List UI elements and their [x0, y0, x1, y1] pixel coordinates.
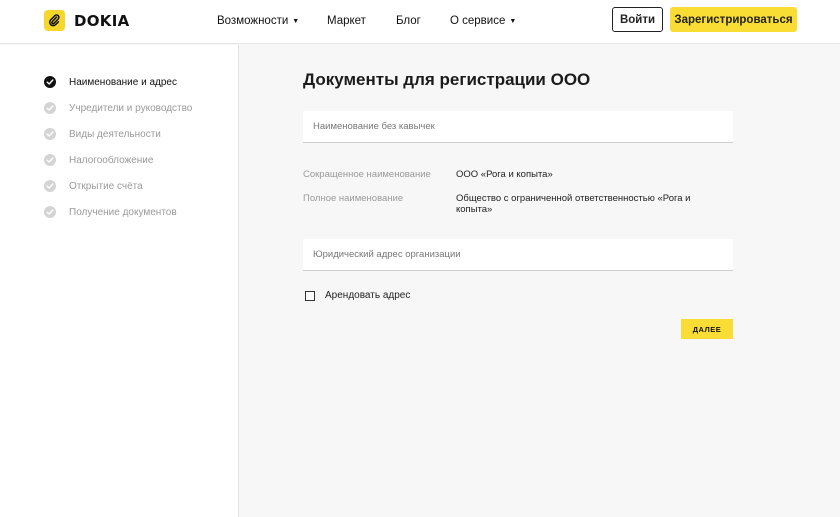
rent-address-label: Арендовать адрес	[325, 290, 411, 301]
step-label: Виды деятельности	[69, 128, 161, 140]
page-title: Документы для регистрации ООО	[303, 70, 591, 89]
check-circle-icon	[44, 76, 56, 88]
nav-features-label: Возможности	[217, 15, 289, 27]
rent-address-option[interactable]: Арендовать адрес	[305, 290, 410, 301]
paperclip-icon	[44, 10, 65, 31]
nav-blog-label: Блог	[396, 15, 421, 27]
legal-address-input[interactable]: Юридический адрес организации	[303, 239, 733, 271]
rent-address-checkbox[interactable]	[305, 290, 315, 301]
full-name-line: копыта»	[456, 204, 493, 215]
next-button[interactable]: ДАЛЕЕ	[681, 319, 733, 339]
nav-market-label: Маркет	[327, 15, 366, 27]
steps-sidebar: Наименование и адрес Учредители и руково…	[0, 45, 239, 517]
short-name-label: Сокращенное наименование	[303, 169, 431, 180]
top-header: DOKIA Возможности ▼ Маркет Блог О сервис…	[0, 0, 840, 44]
step-taxation[interactable]: Налогообложение	[44, 154, 153, 166]
company-name-placeholder: Наименование без кавычек	[313, 121, 435, 132]
step-label: Открытие счёта	[69, 180, 143, 192]
step-founders[interactable]: Учредители и руководство	[44, 102, 192, 114]
nav-features[interactable]: Возможности ▼	[217, 15, 299, 27]
chevron-down-icon: ▼	[509, 17, 517, 25]
check-circle-icon	[44, 154, 56, 166]
nav-market[interactable]: Маркет	[327, 15, 366, 27]
step-name-address[interactable]: Наименование и адрес	[44, 76, 177, 88]
check-circle-icon	[44, 206, 56, 218]
login-button[interactable]: Войти	[612, 7, 663, 32]
full-name-label: Полное наименование	[303, 193, 404, 204]
step-label: Наименование и адрес	[69, 76, 177, 88]
nav-about[interactable]: О сервисе ▼	[450, 15, 516, 27]
short-name-value: ООО «Рога и копыта»	[456, 169, 553, 180]
nav-blog[interactable]: Блог	[396, 15, 421, 27]
check-circle-icon	[44, 128, 56, 140]
register-button[interactable]: Зарегистрироваться	[670, 7, 797, 32]
brand-name: DOKIA	[74, 11, 130, 30]
full-name-value: Общество с ограниченной ответственностью…	[456, 193, 690, 215]
check-circle-icon	[44, 102, 56, 114]
step-activities[interactable]: Виды деятельности	[44, 128, 161, 140]
logo[interactable]: DOKIA	[44, 10, 130, 31]
company-name-input[interactable]: Наименование без кавычек	[303, 111, 733, 143]
step-label: Учредители и руководство	[69, 102, 193, 114]
step-label: Налогообложение	[69, 154, 154, 166]
nav-about-label: О сервисе	[450, 15, 506, 27]
chevron-down-icon: ▼	[292, 17, 300, 25]
step-documents[interactable]: Получение документов	[44, 206, 177, 218]
full-name-line: Общество с ограниченной ответственностью…	[456, 193, 691, 204]
step-account-opening[interactable]: Открытие счёта	[44, 180, 143, 192]
step-label: Получение документов	[69, 206, 177, 218]
check-circle-icon	[44, 180, 56, 192]
legal-address-placeholder: Юридический адрес организации	[313, 249, 461, 260]
